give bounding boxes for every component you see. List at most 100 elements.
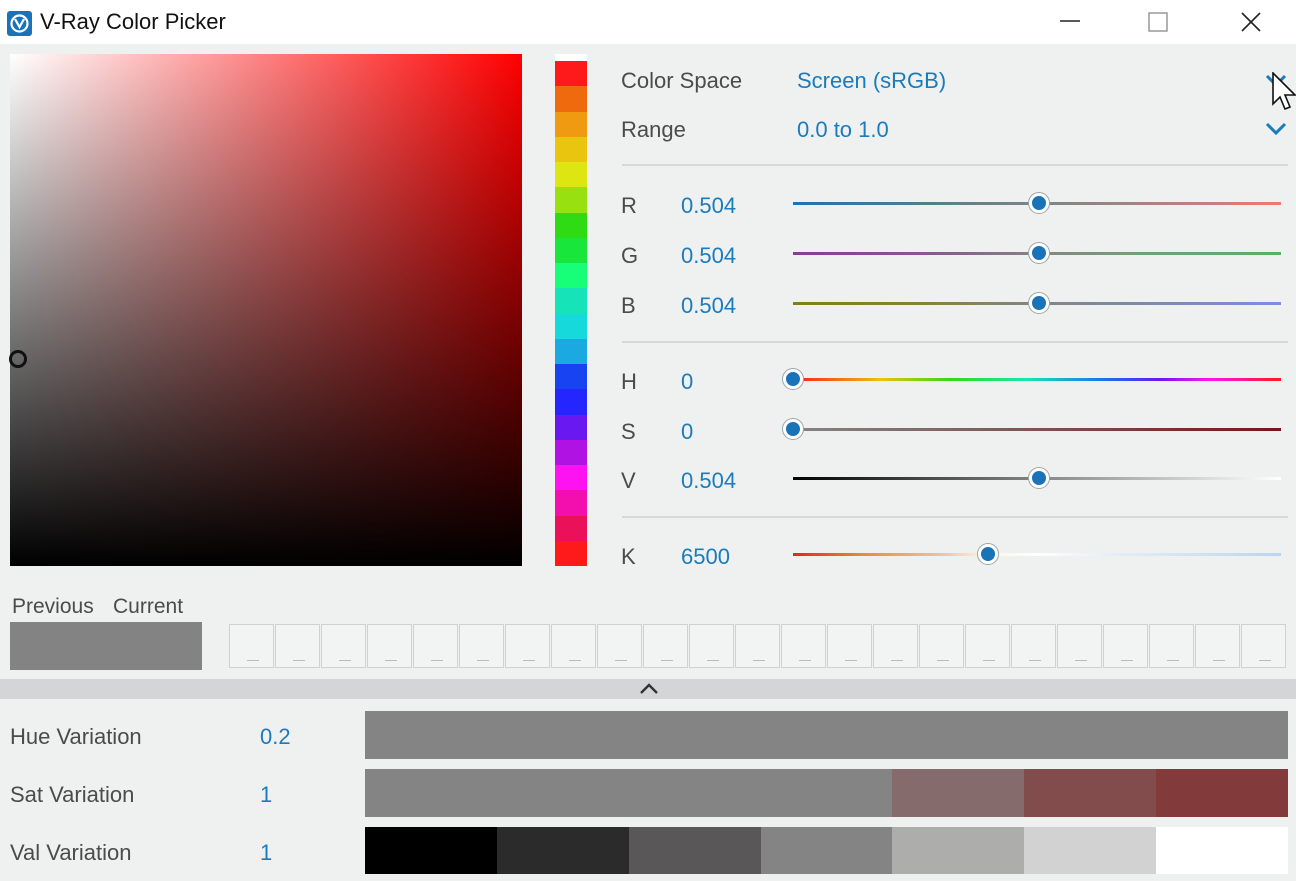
history-color-slot[interactable] <box>1149 624 1194 668</box>
history-color-slot[interactable] <box>1057 624 1102 668</box>
variation-swatch[interactable] <box>1156 769 1289 817</box>
g-slider-handle[interactable] <box>1028 243 1049 263</box>
history-color-slot[interactable] <box>643 624 688 668</box>
b-slider-handle[interactable] <box>1028 293 1049 313</box>
hue-variation-swatches <box>365 711 1289 759</box>
history-color-slot[interactable] <box>229 624 274 668</box>
hue-strip-cell <box>555 389 587 415</box>
history-color-slot[interactable] <box>367 624 412 668</box>
hue-strip-cell <box>555 414 587 440</box>
maximize-button[interactable] <box>1133 0 1183 44</box>
hue-strip[interactable] <box>555 54 587 566</box>
g-label: G <box>621 243 639 268</box>
history-color-slot[interactable] <box>551 624 596 668</box>
h-slider-handle[interactable] <box>783 369 803 389</box>
variation-swatch[interactable] <box>365 827 497 874</box>
h-slider-track[interactable] <box>793 378 1281 381</box>
history-color-slot[interactable] <box>735 624 780 668</box>
minimize-button[interactable] <box>1045 0 1095 44</box>
hue-strip-cell <box>555 313 587 339</box>
r-slider-handle[interactable] <box>1028 193 1049 213</box>
variation-swatch[interactable] <box>892 769 1025 817</box>
variation-swatch[interactable] <box>628 769 761 817</box>
hue-variation-value[interactable]: 0.2 <box>260 724 291 750</box>
h-value-field[interactable]: 0 <box>681 369 693 395</box>
range-dropdown[interactable]: 0.0 to 1.0 <box>797 117 889 143</box>
sat-variation-swatches <box>365 769 1289 817</box>
color-history <box>229 624 1287 668</box>
history-color-slot[interactable] <box>1011 624 1056 668</box>
hue-variation-label: Hue Variation <box>10 724 142 749</box>
variation-swatch[interactable] <box>496 827 629 874</box>
history-color-slot[interactable] <box>597 624 642 668</box>
color-space-dropdown[interactable]: Screen (sRGB) <box>797 68 946 94</box>
variation-swatch[interactable] <box>760 711 893 759</box>
k-slider-handle[interactable] <box>978 544 999 564</box>
color-space-label: Color Space <box>621 68 743 93</box>
variation-swatch[interactable] <box>496 769 629 817</box>
history-color-slot[interactable] <box>321 624 366 668</box>
variation-swatch[interactable] <box>1156 711 1289 759</box>
variation-swatch[interactable] <box>892 827 1025 874</box>
window-title: V-Ray Color Picker <box>40 9 226 34</box>
b-label: B <box>621 293 636 318</box>
k-slider-track[interactable] <box>793 553 1281 556</box>
hue-strip-cell <box>555 212 587 238</box>
variation-swatch[interactable] <box>1024 827 1157 874</box>
b-value-field[interactable]: 0.504 <box>681 293 736 319</box>
range-chevron-down-icon[interactable] <box>1264 121 1288 137</box>
close-button[interactable] <box>1226 0 1276 44</box>
saturation-value-picker[interactable] <box>9 54 522 566</box>
vray-logo-icon <box>7 11 32 36</box>
variation-swatch[interactable] <box>760 769 893 817</box>
g-value-field[interactable]: 0.504 <box>681 243 736 269</box>
chevron-up-icon <box>640 683 658 694</box>
k-value-field[interactable]: 6500 <box>681 544 730 570</box>
history-color-slot[interactable] <box>965 624 1010 668</box>
history-color-slot[interactable] <box>1103 624 1148 668</box>
history-color-slot[interactable] <box>275 624 320 668</box>
hue-strip-cell <box>555 465 587 491</box>
val-variation-value[interactable]: 1 <box>260 840 272 866</box>
variation-swatch[interactable] <box>628 827 761 874</box>
variation-swatch[interactable] <box>365 711 497 759</box>
history-color-slot[interactable] <box>459 624 504 668</box>
history-color-slot[interactable] <box>873 624 918 668</box>
current-label: Current <box>113 595 184 618</box>
variation-swatch[interactable] <box>1156 827 1289 874</box>
v-value-field[interactable]: 0.504 <box>681 468 736 494</box>
v-slider-handle[interactable] <box>1028 468 1049 488</box>
history-color-slot[interactable] <box>1241 624 1286 668</box>
s-slider-handle[interactable] <box>783 419 803 439</box>
history-color-slot[interactable] <box>1195 624 1240 668</box>
variation-swatch[interactable] <box>892 711 1025 759</box>
s-label: S <box>621 419 636 444</box>
h-label: H <box>621 369 637 394</box>
title-bar: V-Ray Color Picker <box>0 0 1296 44</box>
variations-collapse-toggle[interactable] <box>0 679 1296 699</box>
history-color-slot[interactable] <box>689 624 734 668</box>
history-color-slot[interactable] <box>781 624 826 668</box>
r-value-field[interactable]: 0.504 <box>681 193 736 219</box>
variation-swatch[interactable] <box>760 827 893 874</box>
variation-swatch[interactable] <box>365 769 497 817</box>
sv-picker-cursor[interactable] <box>9 350 27 368</box>
hue-strip-cell <box>555 540 587 566</box>
s-slider-track[interactable] <box>793 428 1281 431</box>
sat-variation-value[interactable]: 1 <box>260 782 272 808</box>
history-color-slot[interactable] <box>413 624 458 668</box>
s-value-field[interactable]: 0 <box>681 419 693 445</box>
hue-strip-cell <box>555 288 587 314</box>
history-color-slot[interactable] <box>505 624 550 668</box>
history-color-slot[interactable] <box>919 624 964 668</box>
variation-swatch[interactable] <box>1024 711 1157 759</box>
val-variation-swatches <box>365 827 1289 874</box>
hue-strip-cell <box>555 515 587 541</box>
variation-swatch[interactable] <box>1024 769 1157 817</box>
history-color-slot[interactable] <box>827 624 872 668</box>
hue-strip-cell <box>555 162 587 188</box>
hue-strip-cell <box>555 237 587 263</box>
variation-swatch[interactable] <box>496 711 629 759</box>
variation-swatch[interactable] <box>628 711 761 759</box>
previous-color-swatch[interactable] <box>10 622 202 670</box>
